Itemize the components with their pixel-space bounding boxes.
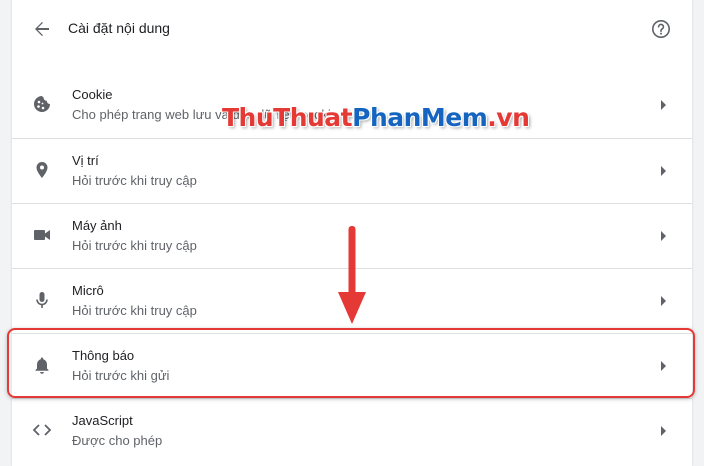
- videocam-icon: [32, 225, 52, 245]
- settings-header: Cài đặt nội dung: [12, 0, 692, 58]
- settings-item-notifications[interactable]: Thông báo Hỏi trước khi gửi: [12, 333, 692, 398]
- code-icon: [32, 420, 52, 440]
- arrow-back-icon: [35, 22, 49, 36]
- settings-item-subtitle: Hỏi trước khi truy cập: [72, 173, 197, 188]
- settings-item-title: Micrô: [72, 283, 104, 298]
- chevron-right-icon: [661, 296, 666, 306]
- settings-item-cookie[interactable]: Cookie Cho phép trang web lưu và đọc dữ …: [12, 73, 692, 138]
- chevron-right-icon: [661, 166, 666, 176]
- settings-item-subtitle: Cho phép trang web lưu và đọc dữ liệu co…: [72, 107, 339, 122]
- settings-item-subtitle: Được cho phép: [72, 433, 163, 448]
- page-title: Cài đặt nội dung: [68, 20, 170, 36]
- settings-item-title: Vị trí: [72, 153, 99, 168]
- settings-item-title: Máy ảnh: [72, 218, 122, 233]
- location-pin-icon: [32, 160, 52, 180]
- bell-icon: [32, 355, 52, 375]
- settings-item-title: Cookie: [72, 87, 113, 102]
- settings-item-javascript[interactable]: JavaScript Được cho phép: [12, 398, 692, 463]
- chevron-right-icon: [661, 100, 666, 110]
- settings-item-title: Thông báo: [72, 348, 135, 363]
- settings-item-subtitle: Hỏi trước khi truy cập: [72, 303, 197, 318]
- back-button[interactable]: [30, 17, 54, 41]
- cookie-icon: [32, 94, 52, 114]
- settings-item-subtitle: Hỏi trước khi gửi: [72, 368, 170, 383]
- settings-item-title: JavaScript: [72, 413, 133, 428]
- settings-item-location[interactable]: Vị trí Hỏi trước khi truy cập: [12, 138, 692, 203]
- help-circle-icon: [652, 20, 670, 38]
- settings-item-subtitle: Hỏi trước khi truy cập: [72, 238, 197, 253]
- microphone-icon: [32, 290, 52, 310]
- help-button[interactable]: [649, 17, 673, 41]
- annotation-arrow-icon: [338, 226, 366, 324]
- chevron-right-icon: [661, 231, 666, 241]
- chevron-right-icon: [661, 361, 666, 371]
- chevron-right-icon: [661, 426, 666, 436]
